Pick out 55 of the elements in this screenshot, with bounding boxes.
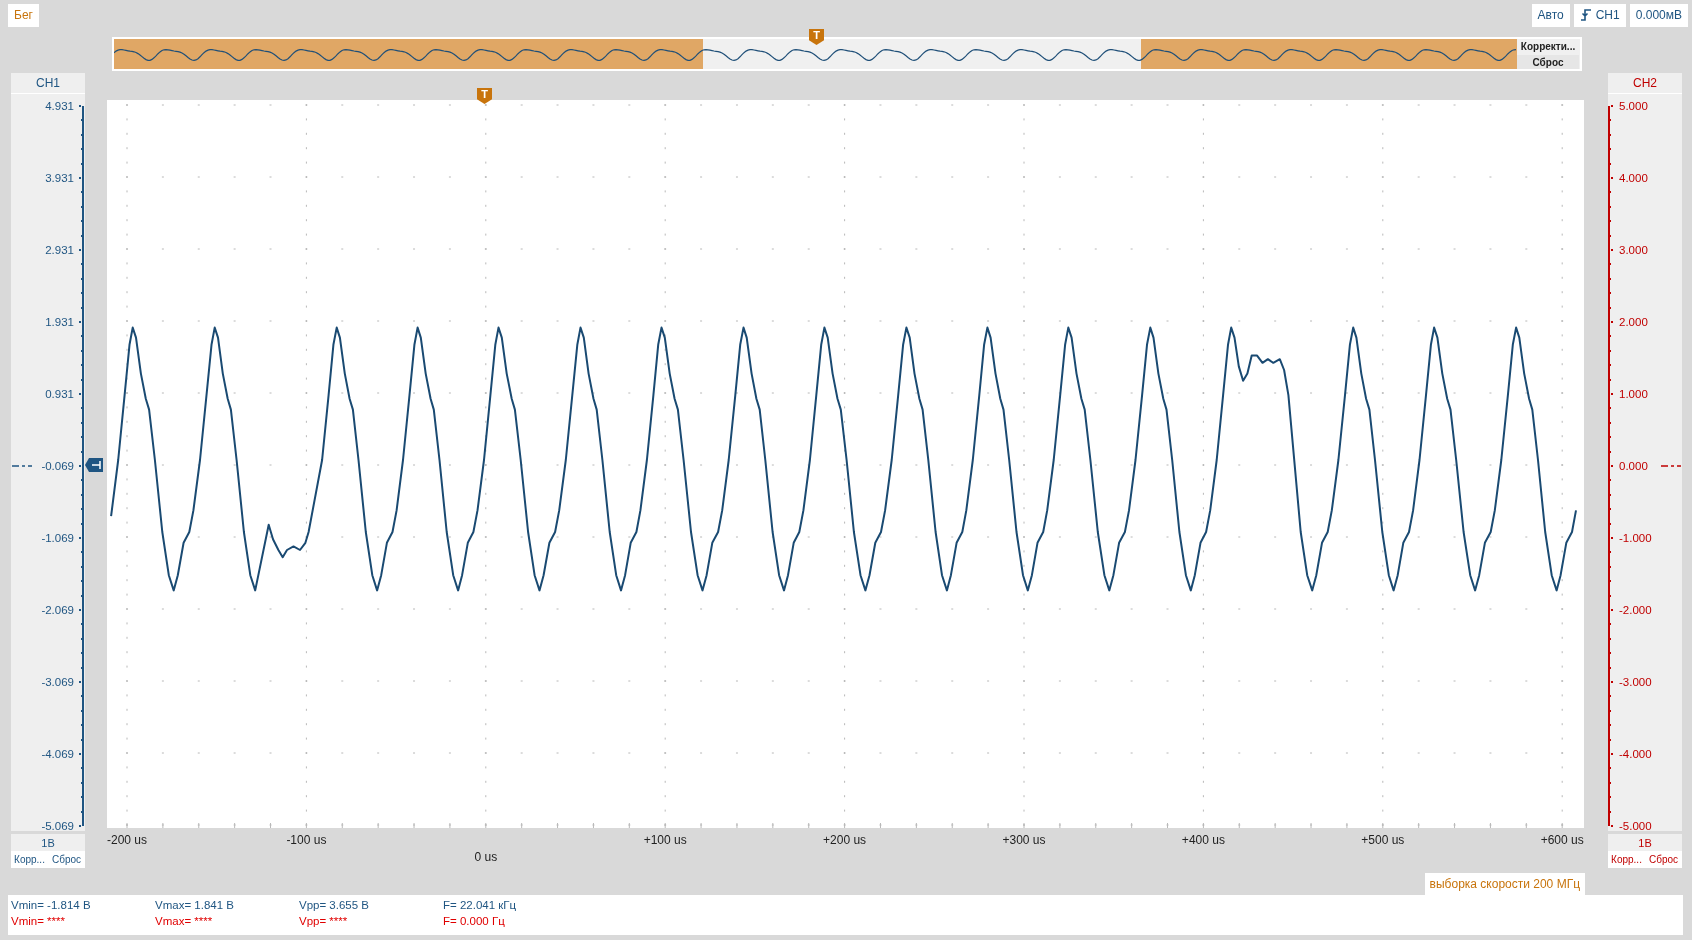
ground-level-dash — [1661, 465, 1681, 467]
tick-label: -2.069 — [41, 604, 74, 616]
measurement-value: F= 22.041 кГц — [443, 899, 518, 913]
rising-edge-icon — [1579, 8, 1592, 22]
scale-label: 1В — [1608, 834, 1682, 851]
run-button[interactable]: Бег — [8, 3, 39, 27]
measurement-value: Vmin= **** — [11, 915, 66, 929]
measurement-value: Vpp= 3.655 В — [299, 899, 371, 913]
tick-label: -3.000 — [1619, 676, 1652, 688]
tick-label: 3.000 — [1619, 244, 1648, 256]
tick-label: -0.069 — [41, 460, 74, 472]
measurement-value: Vmax= 1.841 В — [155, 899, 235, 913]
ground-marker-icon[interactable] — [85, 458, 103, 472]
sample-rate-label: выборка скорости 200 МГц — [1424, 873, 1585, 895]
trigger-marker[interactable]: T — [477, 88, 492, 104]
measurement-value: Vpp= **** — [299, 915, 349, 929]
time-label: -100 us — [286, 833, 327, 847]
tick-label: -2.000 — [1619, 604, 1652, 616]
time-label: -200 us — [107, 833, 147, 847]
tick-label: 5.000 — [1619, 100, 1648, 112]
tick-label: 0.931 — [45, 388, 74, 400]
tick-label: 1.931 — [45, 316, 74, 328]
time-label: +100 us — [643, 833, 687, 847]
tick-label: 2.000 — [1619, 316, 1648, 328]
tick-label: -1.000 — [1619, 532, 1652, 544]
tick-label: -5.000 — [1619, 820, 1652, 832]
tick-label: -1.069 — [41, 532, 74, 544]
tick-label: 1.000 — [1619, 388, 1648, 400]
tick-label: 4.931 — [45, 100, 74, 112]
scale-label: 1В — [11, 834, 85, 851]
time-label: +400 us — [1181, 833, 1225, 847]
measurement-value: F= 0.000 Гц — [443, 915, 506, 929]
measurement-value: Vmax= **** — [155, 915, 214, 929]
time-label: +600 us — [1540, 833, 1584, 847]
tick-label: -4.069 — [41, 748, 74, 760]
time-label: +300 us — [1002, 833, 1046, 847]
trigger-source-button[interactable]: CH1 — [1573, 3, 1626, 27]
tick-label: 4.000 — [1619, 172, 1648, 184]
time-label: +500 us — [1361, 833, 1405, 847]
tick-label: -4.000 — [1619, 748, 1652, 760]
trigger-marker[interactable]: T — [809, 29, 824, 45]
tick-label: -3.069 — [41, 676, 74, 688]
tick-label: -5.069 — [41, 820, 74, 832]
channel-header: CH1 — [11, 73, 85, 94]
time-label: 0 us — [474, 850, 498, 864]
tick-label: 3.931 — [45, 172, 74, 184]
tick-label: 2.931 — [45, 244, 74, 256]
channel-header: CH2 — [1608, 73, 1682, 94]
ground-level-dash — [12, 465, 32, 467]
time-label: +200 us — [823, 833, 867, 847]
reset-button[interactable]: Сброс — [1517, 55, 1579, 69]
mode-button[interactable]: Авто — [1531, 3, 1570, 27]
measurement-value: Vmin= -1.814 В — [11, 899, 92, 913]
tick-label: 0.000 — [1619, 460, 1648, 472]
trigger-level-button[interactable]: 0.000мВ — [1629, 3, 1688, 27]
